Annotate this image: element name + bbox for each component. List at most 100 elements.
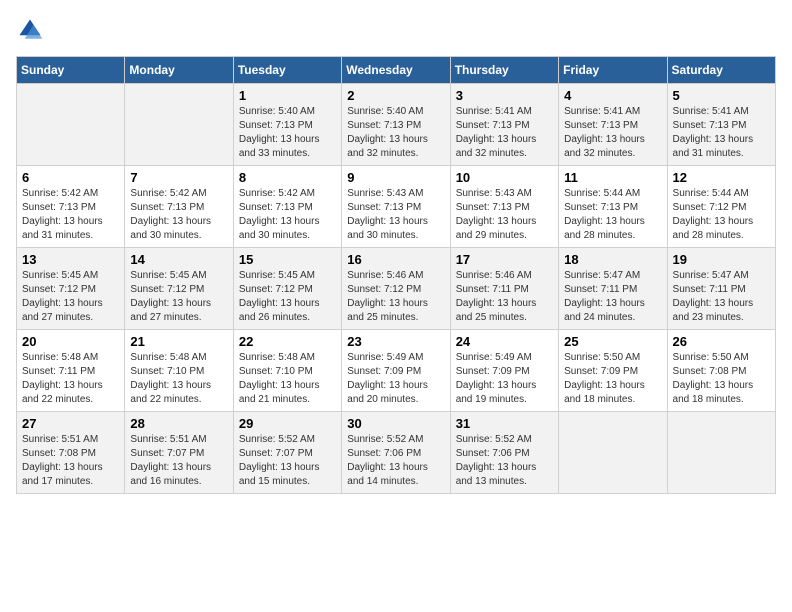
day-info: Sunrise: 5:51 AMSunset: 7:07 PMDaylight:… (130, 433, 227, 489)
day-info: Sunrise: 5:42 AMSunset: 7:13 PMDaylight:… (239, 187, 336, 243)
day-info: Sunrise: 5:49 AMSunset: 7:09 PMDaylight:… (347, 351, 444, 407)
day-number: 15 (239, 252, 336, 267)
day-info: Sunrise: 5:50 AMSunset: 7:09 PMDaylight:… (564, 351, 661, 407)
calendar-table: SundayMondayTuesdayWednesdayThursdayFrid… (16, 56, 776, 494)
calendar-cell: 18 Sunrise: 5:47 AMSunset: 7:11 PMDayligh… (559, 248, 667, 330)
day-number: 25 (564, 334, 661, 349)
day-info: Sunrise: 5:43 AMSunset: 7:13 PMDaylight:… (347, 187, 444, 243)
calendar-cell: 19Sunrise: 5:47 AMSunset: 7:11 PMDayligh… (667, 248, 775, 330)
calendar-cell: 7 Sunrise: 5:42 AMSunset: 7:13 PMDaylight… (125, 166, 233, 248)
calendar-cell: 21 Sunrise: 5:48 AMSunset: 7:10 PMDayligh… (125, 330, 233, 412)
calendar-week: 6Sunrise: 5:42 AMSunset: 7:13 PMDaylight… (17, 166, 776, 248)
calendar-cell: 26 Sunrise: 5:50 AMSunset: 7:08 PMDayligh… (667, 330, 775, 412)
day-info: Sunrise: 5:41 AMSunset: 7:13 PMDaylight:… (456, 105, 553, 161)
day-number: 5 (673, 88, 770, 103)
day-info: Sunrise: 5:45 AMSunset: 7:12 PMDaylight:… (239, 269, 336, 325)
header-day: Sunday (17, 57, 125, 84)
calendar-cell: 9Sunrise: 5:43 AMSunset: 7:13 PMDaylight… (342, 166, 450, 248)
calendar-cell: 4 Sunrise: 5:41 AMSunset: 7:13 PMDaylight… (559, 84, 667, 166)
calendar-cell: 11 Sunrise: 5:44 AMSunset: 7:13 PMDayligh… (559, 166, 667, 248)
day-number: 4 (564, 88, 661, 103)
calendar-cell: 31Sunrise: 5:52 AMSunset: 7:06 PMDayligh… (450, 412, 558, 494)
calendar-cell: 3 Sunrise: 5:41 AMSunset: 7:13 PMDaylight… (450, 84, 558, 166)
calendar-cell: 1Sunrise: 5:40 AMSunset: 7:13 PMDaylight… (233, 84, 341, 166)
calendar-cell: 5 Sunrise: 5:41 AMSunset: 7:13 PMDaylight… (667, 84, 775, 166)
logo (16, 16, 48, 44)
day-info: Sunrise: 5:52 AMSunset: 7:06 PMDaylight:… (456, 433, 553, 489)
header-day: Saturday (667, 57, 775, 84)
calendar-week: 13 Sunrise: 5:45 AMSunset: 7:12 PMDayligh… (17, 248, 776, 330)
calendar-cell: 2 Sunrise: 5:40 AMSunset: 7:13 PMDaylight… (342, 84, 450, 166)
day-info: Sunrise: 5:48 AMSunset: 7:10 PMDaylight:… (130, 351, 227, 407)
day-info: Sunrise: 5:48 AMSunset: 7:11 PMDaylight:… (22, 351, 119, 407)
calendar-cell: 16 Sunrise: 5:46 AMSunset: 7:12 PMDayligh… (342, 248, 450, 330)
day-info: Sunrise: 5:45 AMSunset: 7:12 PMDaylight:… (130, 269, 227, 325)
day-number: 24 (456, 334, 553, 349)
calendar-cell: 27 Sunrise: 5:51 AMSunset: 7:08 PMDayligh… (17, 412, 125, 494)
day-number: 3 (456, 88, 553, 103)
day-number: 17 (456, 252, 553, 267)
calendar-cell: 6Sunrise: 5:42 AMSunset: 7:13 PMDaylight… (17, 166, 125, 248)
day-info: Sunrise: 5:41 AMSunset: 7:13 PMDaylight:… (673, 105, 770, 161)
day-number: 19 (673, 252, 770, 267)
day-info: Sunrise: 5:45 AMSunset: 7:12 PMDaylight:… (22, 269, 119, 325)
calendar-cell: 8 Sunrise: 5:42 AMSunset: 7:13 PMDaylight… (233, 166, 341, 248)
calendar-cell: 30Sunrise: 5:52 AMSunset: 7:06 PMDayligh… (342, 412, 450, 494)
calendar-cell: 10 Sunrise: 5:43 AMSunset: 7:13 PMDayligh… (450, 166, 558, 248)
calendar-cell (667, 412, 775, 494)
day-info: Sunrise: 5:44 AMSunset: 7:12 PMDaylight:… (673, 187, 770, 243)
day-number: 18 (564, 252, 661, 267)
day-info: Sunrise: 5:42 AMSunset: 7:13 PMDaylight:… (22, 187, 119, 243)
day-number: 21 (130, 334, 227, 349)
day-number: 13 (22, 252, 119, 267)
logo-icon (16, 16, 44, 44)
calendar-week: 1Sunrise: 5:40 AMSunset: 7:13 PMDaylight… (17, 84, 776, 166)
calendar-body: 1Sunrise: 5:40 AMSunset: 7:13 PMDaylight… (17, 84, 776, 494)
day-number: 28 (130, 416, 227, 431)
day-info: Sunrise: 5:47 AMSunset: 7:11 PMDaylight:… (564, 269, 661, 325)
day-info: Sunrise: 5:52 AMSunset: 7:07 PMDaylight:… (239, 433, 336, 489)
calendar-cell: 17 Sunrise: 5:46 AMSunset: 7:11 PMDayligh… (450, 248, 558, 330)
day-number: 26 (673, 334, 770, 349)
day-number: 22 (239, 334, 336, 349)
day-info: Sunrise: 5:40 AMSunset: 7:13 PMDaylight:… (239, 105, 336, 161)
header-day: Tuesday (233, 57, 341, 84)
calendar-cell (559, 412, 667, 494)
header-day: Monday (125, 57, 233, 84)
calendar-cell: 28 Sunrise: 5:51 AMSunset: 7:07 PMDayligh… (125, 412, 233, 494)
header-row: SundayMondayTuesdayWednesdayThursdayFrid… (17, 57, 776, 84)
calendar-cell: 12 Sunrise: 5:44 AMSunset: 7:12 PMDayligh… (667, 166, 775, 248)
day-number: 16 (347, 252, 444, 267)
day-number: 23 (347, 334, 444, 349)
day-number: 11 (564, 170, 661, 185)
day-info: Sunrise: 5:50 AMSunset: 7:08 PMDaylight:… (673, 351, 770, 407)
day-info: Sunrise: 5:44 AMSunset: 7:13 PMDaylight:… (564, 187, 661, 243)
calendar-cell (17, 84, 125, 166)
page-header (16, 16, 776, 44)
day-info: Sunrise: 5:51 AMSunset: 7:08 PMDaylight:… (22, 433, 119, 489)
day-info: Sunrise: 5:41 AMSunset: 7:13 PMDaylight:… (564, 105, 661, 161)
day-number: 12 (673, 170, 770, 185)
day-number: 27 (22, 416, 119, 431)
calendar-cell: 29 Sunrise: 5:52 AMSunset: 7:07 PMDayligh… (233, 412, 341, 494)
header-day: Thursday (450, 57, 558, 84)
day-info: Sunrise: 5:42 AMSunset: 7:13 PMDaylight:… (130, 187, 227, 243)
calendar-week: 20Sunrise: 5:48 AMSunset: 7:11 PMDayligh… (17, 330, 776, 412)
day-number: 7 (130, 170, 227, 185)
day-info: Sunrise: 5:46 AMSunset: 7:11 PMDaylight:… (456, 269, 553, 325)
calendar-header: SundayMondayTuesdayWednesdayThursdayFrid… (17, 57, 776, 84)
day-number: 10 (456, 170, 553, 185)
day-number: 30 (347, 416, 444, 431)
calendar-cell: 22Sunrise: 5:48 AMSunset: 7:10 PMDayligh… (233, 330, 341, 412)
day-number: 29 (239, 416, 336, 431)
day-info: Sunrise: 5:40 AMSunset: 7:13 PMDaylight:… (347, 105, 444, 161)
calendar-cell: 13 Sunrise: 5:45 AMSunset: 7:12 PMDayligh… (17, 248, 125, 330)
day-info: Sunrise: 5:46 AMSunset: 7:12 PMDaylight:… (347, 269, 444, 325)
calendar-cell: 25 Sunrise: 5:50 AMSunset: 7:09 PMDayligh… (559, 330, 667, 412)
day-info: Sunrise: 5:43 AMSunset: 7:13 PMDaylight:… (456, 187, 553, 243)
day-number: 8 (239, 170, 336, 185)
calendar-cell: 14Sunrise: 5:45 AMSunset: 7:12 PMDayligh… (125, 248, 233, 330)
day-info: Sunrise: 5:49 AMSunset: 7:09 PMDaylight:… (456, 351, 553, 407)
day-number: 2 (347, 88, 444, 103)
header-day: Friday (559, 57, 667, 84)
